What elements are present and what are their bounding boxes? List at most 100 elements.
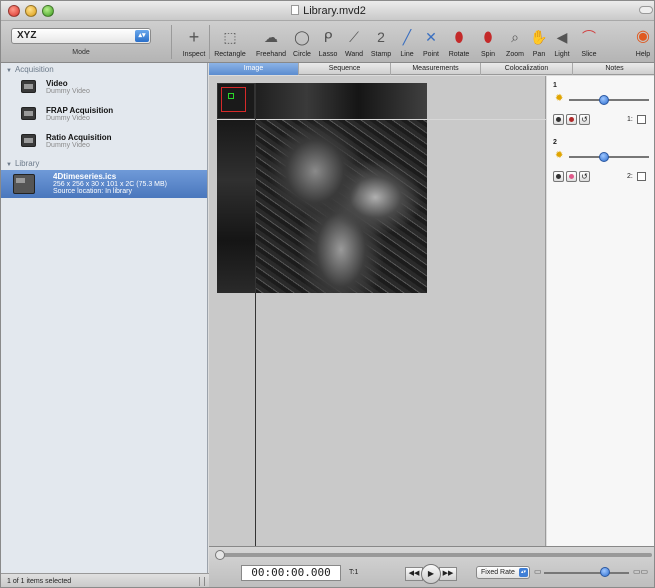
channel-1-slider[interactable] <box>569 99 649 101</box>
brightness-icon: ✹ <box>555 93 564 104</box>
tool-label: Wand <box>344 51 364 58</box>
reset-icon[interactable]: ↺ <box>579 114 590 125</box>
time-scrubber-knob[interactable] <box>215 550 225 560</box>
tool-point[interactable]: ✕ Point <box>420 25 442 58</box>
tab-colocalization[interactable]: Colocalization <box>481 63 573 75</box>
crosshair-vertical[interactable] <box>255 83 256 546</box>
large-frame-icon: ▭▭ <box>633 567 649 576</box>
camera-icon <box>21 134 36 147</box>
tab-sequence[interactable]: Sequence <box>299 63 391 75</box>
tool-label: Inspect <box>182 51 206 58</box>
item-name: FRAP Acquisition <box>46 106 114 115</box>
line-icon: ╱ <box>402 29 412 45</box>
tool-label: Spin <box>480 51 495 58</box>
tool-label: Slice <box>581 51 597 58</box>
zoom-slider[interactable] <box>544 572 629 574</box>
fast-forward-icon[interactable]: ▶▶ <box>439 567 457 581</box>
document-icon <box>291 5 300 15</box>
transport-controls: ◀◀ ▶ ▶▶ <box>405 564 457 584</box>
item-details: 256 x 256 x 30 x 101 x 2C (75.3 MB) <box>53 181 168 188</box>
zoom-slider-knob[interactable] <box>600 567 610 577</box>
mode-label: Mode <box>72 49 90 56</box>
channel-1-slider-knob[interactable] <box>599 95 609 105</box>
tool-rectangle[interactable]: ⬚ Rectangle <box>212 25 248 58</box>
sidebar-item-ratio-acquisition[interactable]: Ratio Acquisition Dummy Video <box>1 130 207 157</box>
zoom-icon: ⌕ <box>511 29 519 45</box>
small-frame-icon: ▭ <box>534 567 542 576</box>
tool-label: Rectangle <box>214 51 246 58</box>
tool-pan[interactable]: ✋ Pan <box>529 25 549 58</box>
spin-icon: ⬮ <box>483 29 493 45</box>
navigator-thumbnail[interactable] <box>217 83 255 119</box>
tool-inspect[interactable]: + Inspect <box>179 25 209 58</box>
rotate-icon: ⬮ <box>454 29 464 45</box>
microscopy-image[interactable] <box>255 119 427 293</box>
section-title: Library <box>14 159 40 168</box>
channel-2-slider-knob[interactable] <box>599 152 609 162</box>
tool-light[interactable]: ◀ Light <box>550 25 574 58</box>
sidebar-item-frap-acquisition[interactable]: FRAP Acquisition Dummy Video <box>1 103 207 130</box>
tool-circle[interactable]: ◯ Circle <box>291 25 313 58</box>
tool-line[interactable]: ╱ Line <box>397 25 417 58</box>
channel-2-color-button[interactable] <box>566 171 577 182</box>
tab-measurements[interactable]: Measurements <box>391 63 481 75</box>
yz-projection[interactable] <box>217 119 255 293</box>
channel-2-black-button[interactable] <box>553 171 564 182</box>
status-bar: 1 of 1 items selected <box>1 573 209 587</box>
item-location: Source location: In library <box>53 188 132 195</box>
toolbar-toggle-button[interactable] <box>639 6 653 14</box>
channel-1-black-button[interactable] <box>553 114 564 125</box>
section-header-acquisition[interactable]: ▼ Acquisition <box>1 63 207 76</box>
reset-icon[interactable]: ↺ <box>579 171 590 182</box>
camera-icon <box>21 80 36 93</box>
tool-stamp[interactable]: 2 Stamp <box>368 25 394 58</box>
light-icon: ◀ <box>556 29 568 45</box>
freehand-icon: ☁ <box>264 29 278 45</box>
channel-1-checkbox[interactable] <box>637 115 646 124</box>
section-header-library[interactable]: ▼ Library <box>1 157 207 170</box>
time-scrubber[interactable] <box>216 553 652 557</box>
brightness-icon: ✹ <box>555 150 564 161</box>
tool-label: Light <box>554 51 570 58</box>
select-arrows-icon: ▴▾ <box>519 568 528 577</box>
xz-projection[interactable] <box>255 83 427 119</box>
tool-label: Rotate <box>448 51 470 58</box>
help-icon: ◉ <box>636 28 650 45</box>
tool-spin[interactable]: ⬮ Spin <box>477 25 499 58</box>
image-canvas[interactable] <box>209 76 547 546</box>
play-icon[interactable]: ▶ <box>421 564 441 584</box>
tab-image[interactable]: Image <box>209 63 299 75</box>
tab-notes[interactable]: Notes <box>573 63 654 75</box>
tool-slice[interactable]: ⌒ Slice <box>578 25 600 58</box>
tool-label: Stamp <box>370 51 392 58</box>
tool-help[interactable]: ◉ Help <box>631 25 654 58</box>
camera-icon <box>21 107 36 120</box>
hand-icon: ✋ <box>530 29 548 45</box>
status-text: 1 of 1 items selected <box>7 578 72 585</box>
tool-zoom[interactable]: ⌕ Zoom <box>503 25 527 58</box>
rectangle-icon: ⬚ <box>223 29 237 45</box>
tool-wand[interactable]: ⟋ Wand <box>343 25 365 58</box>
sidebar-item-video[interactable]: Video Dummy Video <box>1 76 207 103</box>
timecode-display: 00:00:00.000 <box>241 565 341 581</box>
channel-2-checkbox-label: 2: <box>627 173 633 180</box>
channel-1-color-button[interactable] <box>566 114 577 125</box>
channel-2-slider[interactable] <box>569 156 649 158</box>
resize-grip-icon[interactable] <box>199 577 205 586</box>
mode-select[interactable]: XYZ ▴▾ <box>11 28 151 44</box>
item-subtitle: Dummy Video <box>46 115 90 122</box>
rate-select[interactable]: Fixed Rate ▴▾ <box>476 566 530 579</box>
channel-2-controls: ↺ <box>553 171 590 182</box>
tool-lasso[interactable]: ᑭ Lasso <box>317 25 339 58</box>
tool-label: Freehand <box>256 51 286 58</box>
channel-2-label: 2 <box>553 139 557 146</box>
item-name: 4Dtimeseries.ics <box>53 172 117 181</box>
sidebar-item-4dtimeseries[interactable]: 4Dtimeseries.ics 256 x 256 x 30 x 101 x … <box>1 170 207 198</box>
tool-rotate[interactable]: ⬮ Rotate <box>445 25 473 58</box>
mode-value: XYZ <box>17 30 37 41</box>
crosshair-horizontal[interactable] <box>217 119 547 120</box>
channel-2-checkbox[interactable] <box>637 172 646 181</box>
toolbar: XYZ ▴▾ Mode + Inspect ⬚ Rectangle ☁ Freehan… <box>1 21 654 63</box>
app-window: Library.mvd2 XYZ ▴▾ Mode + Inspect ⬚ Recta… <box>0 0 655 588</box>
tool-freehand[interactable]: ☁ Freehand <box>254 25 288 58</box>
